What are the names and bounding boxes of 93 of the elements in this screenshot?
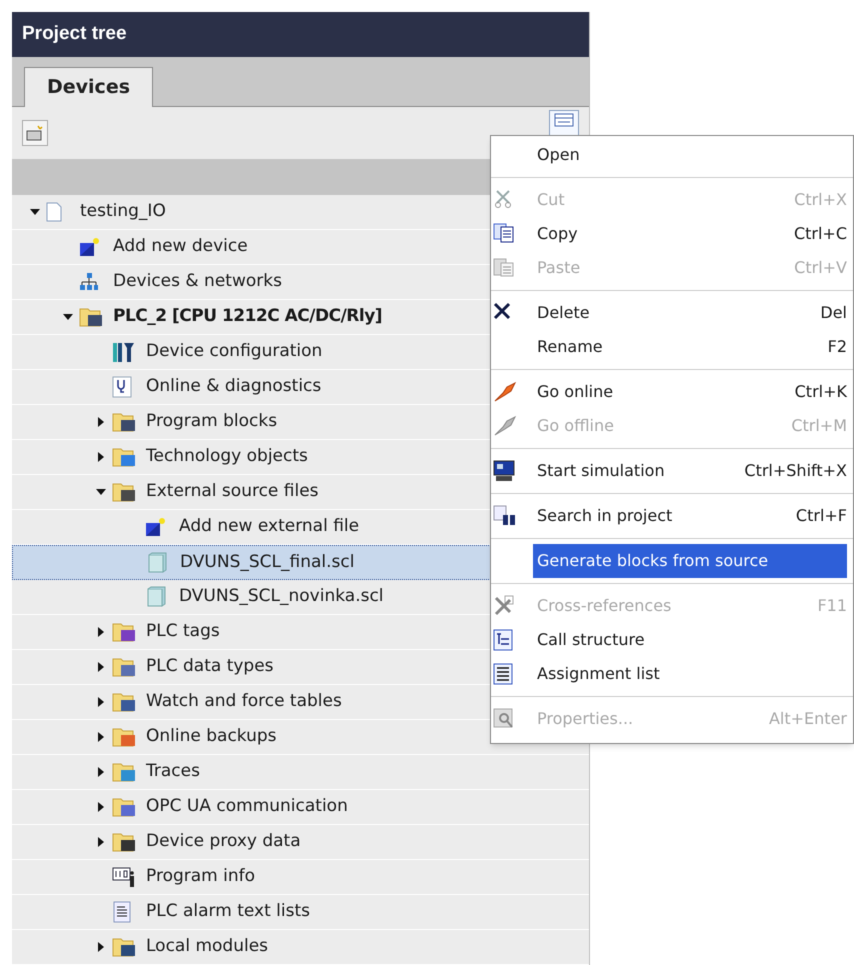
assignment-list-icon — [493, 663, 513, 685]
tree-item[interactable]: Program info — [12, 860, 589, 895]
monitor-icon — [493, 460, 515, 482]
tree-item[interactable]: Traces — [12, 755, 589, 790]
expand-arrow-icon[interactable] — [97, 626, 105, 638]
folder-icon — [112, 726, 138, 748]
shortcut-label: Ctrl+Shift+X — [743, 460, 847, 482]
tree-item-label: DVUNS_SCL_novinka.scl — [179, 585, 384, 608]
copy-icon — [493, 223, 515, 243]
expand-arrow-icon[interactable] — [97, 451, 105, 463]
list-icon — [112, 901, 132, 923]
folder-icon — [112, 411, 138, 433]
tree-item-label: Device configuration — [146, 340, 322, 364]
cross-references-icon — [493, 595, 515, 617]
tree-item-label: PLC alarm text lists — [146, 900, 310, 924]
shortcut-label: F2 — [826, 336, 847, 358]
tree-item[interactable]: PLC alarm text lists — [12, 895, 589, 930]
shortcut-label: F11 — [816, 595, 847, 617]
tree-item-label: Program info — [146, 865, 256, 888]
tree-item-label: External source files — [146, 480, 319, 504]
new-item-icon — [145, 517, 167, 537]
tree-item-label: Local modules — [146, 935, 268, 958]
tree-item-label: OPC UA communication — [146, 795, 348, 818]
tree-item-label: testing_IO — [80, 200, 166, 224]
shortcut-label: Ctrl+K — [794, 381, 847, 403]
expand-arrow-icon[interactable] — [97, 836, 105, 848]
folder-icon — [112, 691, 138, 713]
toolbar-button[interactable] — [22, 120, 48, 146]
tree-item-label: PLC data types — [146, 655, 274, 678]
tree-item-label: Program blocks — [146, 410, 278, 434]
expand-arrow-icon[interactable] — [97, 941, 105, 953]
shortcut-label: Ctrl+F — [794, 505, 847, 527]
delete-icon — [493, 302, 511, 320]
scissors-icon — [493, 189, 513, 209]
new-item-icon — [79, 237, 101, 257]
tree-item[interactable]: Local modules — [12, 930, 589, 965]
menu-item[interactable]: Open — [533, 138, 847, 172]
tree-item[interactable]: Device proxy data — [12, 825, 589, 860]
tree-item[interactable]: OPC UA communication — [12, 790, 589, 825]
collapse-arrow-icon[interactable] — [95, 488, 107, 496]
shortcut-label: Ctrl+C — [792, 223, 847, 245]
folder-icon — [112, 621, 138, 643]
binoculars-icon — [493, 505, 517, 527]
tree-item-label: PLC_2 [CPU 1212C AC/DC/Rly] — [113, 305, 382, 328]
folder-icon — [112, 446, 138, 468]
tree-item-label: DVUNS_SCL_final.scl — [180, 550, 354, 574]
tree-item-label: Devices & networks — [113, 270, 282, 294]
document-icon — [46, 202, 62, 222]
file-icon — [146, 552, 168, 574]
expand-arrow-icon[interactable] — [97, 696, 105, 708]
call-structure-icon — [493, 629, 513, 651]
shortcut-label: Del — [819, 302, 847, 324]
tree-item-label: Add new external file — [179, 515, 360, 538]
tree-item-label: Online backups — [146, 725, 277, 748]
tab[interactable]: Devices — [24, 67, 154, 107]
panel-title: Project tree — [22, 22, 127, 46]
menu-item[interactable]: Generate blocks from source — [533, 544, 847, 578]
expand-arrow-icon[interactable] — [97, 416, 105, 428]
folder-icon — [112, 936, 138, 958]
shortcut-label: Ctrl+V — [793, 257, 847, 279]
expand-arrow-icon[interactable] — [97, 801, 105, 813]
menu-item-label: Delete — [536, 302, 590, 324]
tree-item-label: Add new device — [113, 235, 248, 258]
folder-icon — [112, 481, 138, 503]
tree-item-label: Device proxy data — [146, 830, 301, 854]
stethoscope-icon — [112, 376, 132, 398]
tree-item-label: Watch and force tables — [146, 690, 342, 714]
table-view-icon — [554, 113, 574, 127]
expand-arrow-icon[interactable] — [97, 731, 105, 743]
folder-icon — [112, 761, 138, 783]
expand-arrow-icon[interactable] — [97, 661, 105, 673]
collapse-arrow-icon[interactable] — [62, 313, 74, 321]
properties-icon — [493, 708, 515, 730]
tools-icon — [112, 341, 136, 363]
folder-icon — [112, 831, 138, 853]
folder-icon — [112, 656, 138, 678]
file-icon — [145, 586, 167, 608]
tree-item-label: Traces — [146, 760, 200, 784]
network-icon — [79, 272, 99, 292]
tree-item-label: Technology objects — [146, 445, 308, 468]
new-group-icon — [26, 125, 44, 141]
folder-icon — [79, 306, 105, 328]
shortcut-label: Alt+Enter — [768, 708, 847, 730]
tree-item-label: Online & diagnostics — [146, 375, 322, 398]
shortcut-label: Ctrl+X — [793, 189, 847, 211]
collapse-arrow-icon[interactable] — [29, 208, 41, 216]
menu-item-label: Open — [536, 144, 580, 166]
shortcut-label: Ctrl+M — [790, 415, 847, 437]
info-icon — [112, 866, 136, 888]
paste-icon — [493, 257, 515, 277]
tree-item-label: PLC tags — [146, 620, 220, 644]
folder-icon — [112, 796, 138, 818]
expand-arrow-icon[interactable] — [97, 766, 105, 778]
